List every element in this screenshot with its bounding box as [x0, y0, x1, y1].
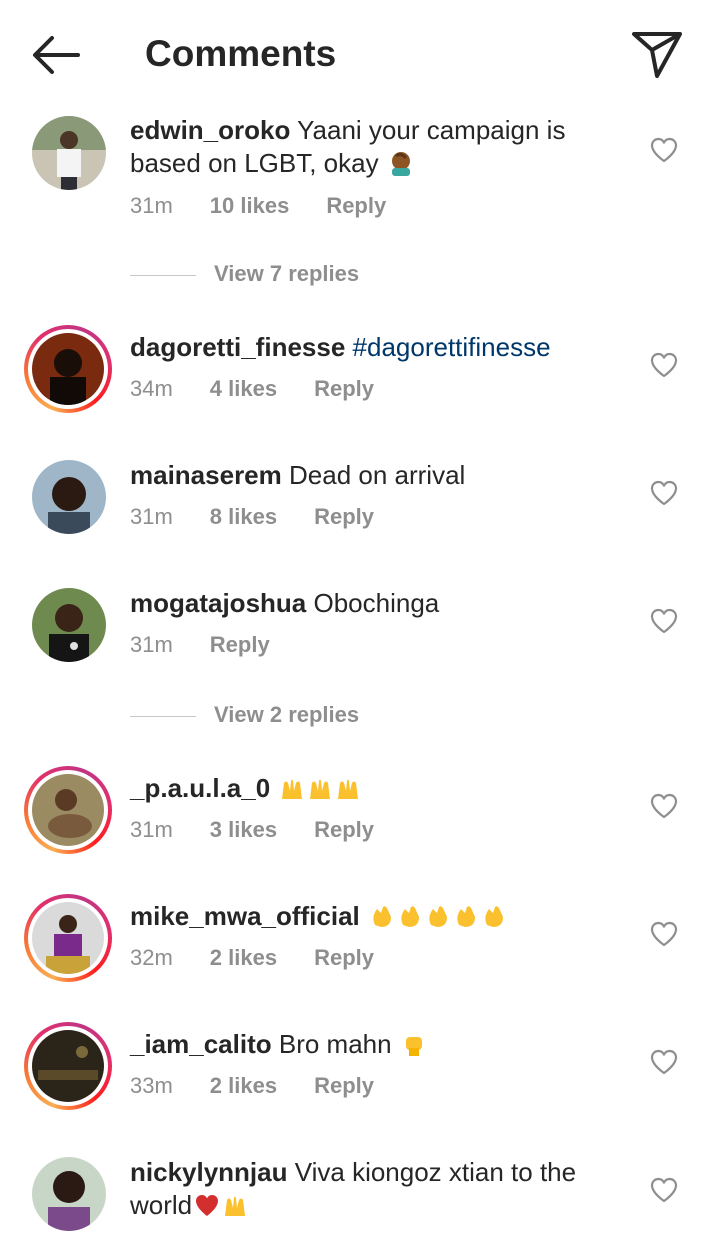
comment-username[interactable]: mainaserem [130, 460, 282, 490]
comment-body: Bro mahn [278, 1029, 392, 1059]
comment-username[interactable]: mogatajoshua [130, 588, 306, 618]
comment-time: 31m [130, 193, 173, 218]
comment-text: dagoretti_finesse #dagorettifinesse [130, 331, 630, 364]
page-title: Comments [145, 33, 337, 74]
comment-likes[interactable]: 4 likes [210, 376, 277, 401]
comment-likes[interactable]: 10 likes [210, 193, 290, 218]
reply-button[interactable]: Reply [314, 376, 374, 401]
comment-text: _p.a.u.l.a_0 [130, 772, 630, 805]
divider-line [130, 715, 196, 717]
red-heart-emoji [196, 1195, 219, 1216]
comment-username[interactable]: edwin_oroko [130, 115, 290, 145]
comment-text: edwin_oroko Yaani your campaign is based… [130, 114, 630, 180]
comment-meta: 32m 2 likes Reply [130, 943, 411, 973]
view-replies-button[interactable]: View 7 replies [130, 259, 359, 289]
comment-meta: 31m 10 likes Reply [130, 191, 423, 221]
story-ring[interactable] [24, 894, 112, 982]
comment-likes[interactable]: 8 likes [210, 504, 277, 529]
facepalm-emoji [391, 152, 410, 176]
comment-text: mogatajoshua Obochinga [130, 587, 630, 620]
comment-text: nickylynnjau Viva kiongoz xtian to the w… [130, 1156, 630, 1222]
comment-likes[interactable]: 3 likes [210, 817, 277, 842]
comment-item: mike_mwa_official 32m 2 likes Reply [0, 889, 719, 989]
avatar[interactable] [32, 1157, 106, 1231]
comment-item: mogatajoshua Obochinga 31m Reply [0, 576, 719, 676]
comment-time: 33m [130, 1073, 173, 1098]
raised-hands-emoji [225, 1196, 246, 1216]
comment-time: 31m [130, 632, 173, 657]
heart-icon[interactable] [650, 921, 678, 947]
comment-meta: 31m Reply [130, 630, 307, 660]
raised-hands-emoji [338, 779, 359, 799]
heart-icon[interactable] [650, 137, 678, 163]
heart-icon[interactable] [650, 1177, 678, 1203]
reply-button[interactable]: Reply [326, 193, 386, 218]
heart-icon[interactable] [650, 480, 678, 506]
comment-item: edwin_oroko Yaani your campaign is based… [0, 110, 719, 230]
avatar [32, 1030, 104, 1102]
comment-likes[interactable]: 2 likes [210, 1073, 277, 1098]
comment-text: mainaserem Dead on arrival [130, 459, 630, 492]
comment-username[interactable]: _p.a.u.l.a_0 [130, 773, 270, 803]
comment-time: 31m [130, 817, 173, 842]
view-replies-label: View 7 replies [214, 261, 360, 286]
comment-item: _iam_calito Bro mahn 33m 2 likes Reply [0, 1017, 719, 1117]
story-ring[interactable] [24, 325, 112, 413]
avatar [32, 774, 104, 846]
raised-fist-emoji [405, 1037, 422, 1056]
heart-icon[interactable] [650, 352, 678, 378]
clapping-hands-emoji [429, 906, 448, 927]
raised-hands-emoji [282, 779, 303, 799]
raised-hands-emoji [310, 779, 331, 799]
comment-username[interactable]: nickylynnjau [130, 1157, 288, 1187]
divider-line [130, 274, 196, 276]
avatar [32, 333, 104, 405]
back-arrow-icon[interactable] [30, 30, 82, 80]
view-replies-label: View 2 replies [214, 702, 360, 727]
hashtag-link[interactable]: #dagorettifinesse [353, 332, 551, 362]
comment-meta: 34m 4 likes Reply [130, 374, 411, 404]
heart-icon[interactable] [650, 608, 678, 634]
heart-icon[interactable] [650, 793, 678, 819]
reply-button[interactable]: Reply [314, 945, 374, 970]
clapping-hands-emoji [373, 906, 392, 927]
comment-item: mainaserem Dead on arrival 31m 8 likes Rep… [0, 448, 719, 548]
comment-text: _iam_calito Bro mahn [130, 1028, 630, 1061]
comment-meta: 31m 3 likes Reply [130, 815, 411, 845]
avatar[interactable] [32, 460, 106, 534]
avatar[interactable] [32, 588, 106, 662]
comment-item: _p.a.u.l.a_0 31m 3 likes Reply [0, 761, 719, 861]
clapping-hands-emoji [457, 906, 476, 927]
story-ring[interactable] [24, 1022, 112, 1110]
comment-username[interactable]: _iam_calito [130, 1029, 272, 1059]
comment-likes[interactable]: 2 likes [210, 945, 277, 970]
comment-username[interactable]: mike_mwa_official [130, 901, 360, 931]
avatar[interactable] [32, 116, 106, 190]
comment-time: 31m [130, 504, 173, 529]
comment-username[interactable]: dagoretti_finesse [130, 332, 345, 362]
story-ring[interactable] [24, 766, 112, 854]
comment-item: dagoretti_finesse #dagorettifinesse 34m 4… [0, 320, 719, 420]
header: Comments [0, 0, 719, 108]
comment-time: 34m [130, 376, 173, 401]
comment-meta: 33m 2 likes Reply [130, 1071, 411, 1101]
avatar [32, 902, 104, 974]
clapping-hands-emoji [485, 906, 504, 927]
send-icon[interactable] [630, 28, 684, 80]
heart-icon[interactable] [650, 1049, 678, 1075]
reply-button[interactable]: Reply [314, 504, 374, 529]
comment-text: mike_mwa_official [130, 900, 630, 933]
clapping-hands-emoji [401, 906, 420, 927]
view-replies-button[interactable]: View 2 replies [130, 700, 359, 730]
reply-button[interactable]: Reply [314, 817, 374, 842]
comment-time: 32m [130, 945, 173, 970]
comment-body: Dead on arrival [289, 460, 466, 490]
comment-meta: 31m 8 likes Reply [130, 502, 411, 532]
reply-button[interactable]: Reply [210, 632, 270, 657]
comment-item: nickylynnjau Viva kiongoz xtian to the w… [0, 1145, 719, 1234]
comment-body: Obochinga [313, 588, 440, 618]
reply-button[interactable]: Reply [314, 1073, 374, 1098]
